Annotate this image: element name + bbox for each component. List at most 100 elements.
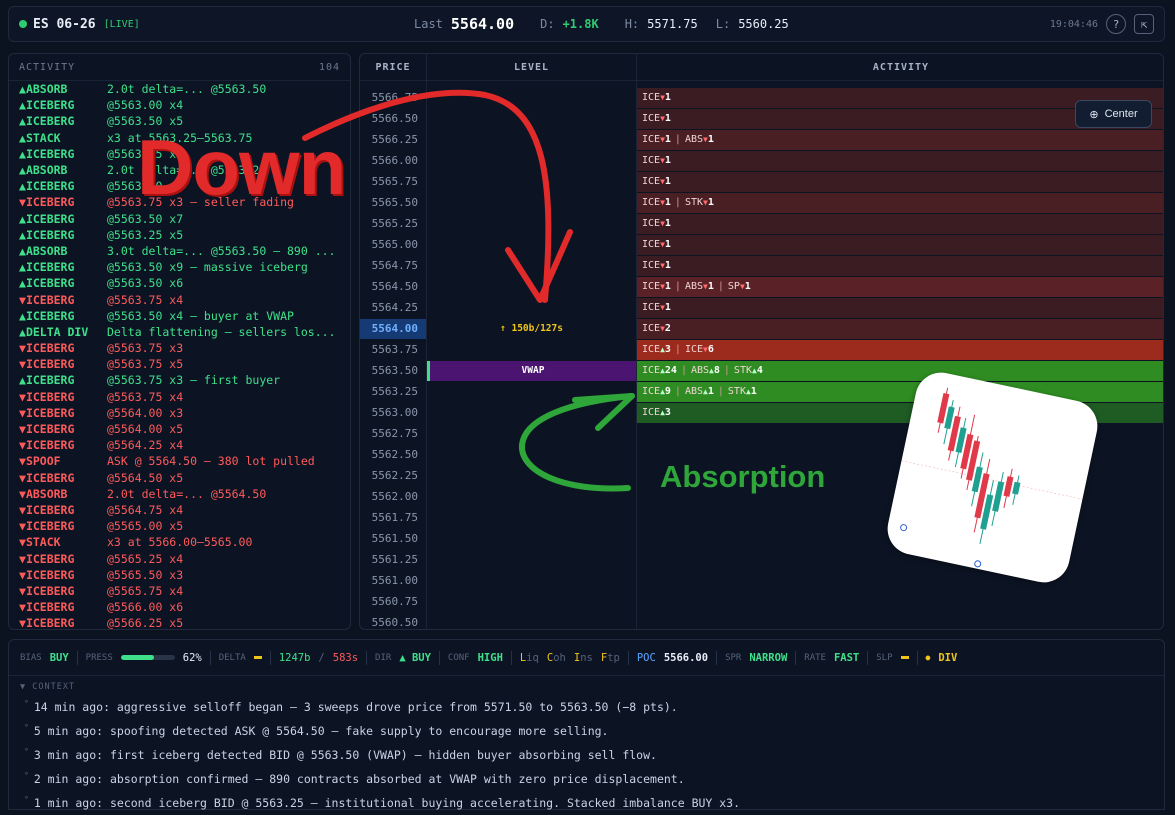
activity-row[interactable]: ▼ICEBERG @5565.25 x4 [9, 550, 350, 566]
ladder-row[interactable]: 5565.50 ICE▼1 | STK▼1 [360, 193, 1163, 213]
cell-count: 1 [664, 113, 671, 124]
activity-row[interactable]: ▼ABSORB 2.0t delta=... @5564.50 [9, 486, 350, 502]
activity-row[interactable]: ▲ABSORB 2.0t delta=... @5563.50 [9, 81, 350, 97]
ladder-price: 5561.25 [371, 553, 418, 566]
poc-value: 5566.00 [663, 651, 709, 664]
activity-text: x3 at 5566.00–5565.00 [107, 535, 253, 550]
activity-row[interactable]: ▲ICEBERG @5563.00 x4 [9, 97, 350, 113]
ins-flag: Ins [573, 651, 593, 664]
popout-icon[interactable]: ⇱ [1134, 14, 1154, 34]
cell-count: 9 [664, 386, 671, 397]
context-toggle[interactable]: ▼ CONTEXT [9, 679, 1164, 695]
arrow-down-icon: ▼ [19, 454, 26, 469]
activity-row[interactable]: ▼SPOOF ASK @ 5564.50 — 380 lot pulled [9, 453, 350, 469]
arrow-up-icon: ▲ [19, 163, 26, 178]
ladder-row[interactable]: 5566.25 ICE▼1 | ABS▼1 [360, 130, 1163, 150]
context-line: ° 1 min ago: second iceberg BID @ 5563.25… [9, 791, 1164, 815]
divider [627, 650, 629, 665]
arrow-down-icon: ▼ [19, 422, 26, 437]
activity-type-label: ABSORB [25, 82, 68, 97]
arrow-up-icon: ▲ [19, 243, 26, 258]
activity-row[interactable]: ▼ICEBERG @5563.75 x4 [9, 389, 350, 405]
ladder-row[interactable]: 5560.50 [360, 613, 1163, 629]
arrow-down-icon: ▼ [19, 405, 26, 420]
ladder-row[interactable]: 5563.75 ICE▲3 | ICE▼6 [360, 340, 1163, 360]
ladder-price: 5560.50 [371, 616, 418, 629]
ladder-row[interactable]: 5565.00 ICE▼1 [360, 235, 1163, 255]
activity-row[interactable]: ▼ICEBERG @5563.75 x4 [9, 291, 350, 307]
center-button[interactable]: ⊕ Center [1075, 100, 1152, 128]
activity-row[interactable]: ▼ICEBERG @5564.00 x3 [9, 405, 350, 421]
context-text: 2 min ago: absorption confirmed — 890 co… [33, 772, 685, 786]
col-price-header: PRICE [360, 54, 426, 81]
activity-text: @5564.75 x4 [107, 502, 184, 517]
activity-row[interactable]: ▼ICEBERG @5564.75 x4 [9, 502, 350, 518]
press-fill [120, 655, 155, 660]
activity-row[interactable]: ▲ICEBERG @5563.50 x6 [9, 275, 350, 291]
ladder-price: 5562.50 [371, 448, 418, 461]
ladder-price: 5564.25 [371, 301, 418, 314]
activity-text: @5566.25 x5 [107, 616, 184, 630]
activity-type-label: ICEBERG [25, 179, 75, 194]
help-icon[interactable]: ? [1106, 14, 1126, 34]
ladder-price: 5562.00 [371, 490, 418, 503]
candlestick-thumbnail [882, 367, 1103, 588]
activity-row[interactable]: ▲ICEBERG @5563.25 x5 [9, 227, 350, 243]
cell-count: 1 [664, 239, 671, 250]
activity-row[interactable]: ▼ICEBERG @5565.50 x3 [9, 567, 350, 583]
ftp-flag: Ftp [600, 651, 620, 664]
cell-tag: STK [684, 197, 704, 208]
ladder-activity-cell: ICE▼1 | ABS▼1 [637, 130, 1163, 150]
arrow-up-icon: ▲ [19, 227, 26, 242]
ladder-row[interactable]: 5565.25 ICE▼1 [360, 214, 1163, 234]
activity-row[interactable]: ▲ICEBERG @5563.50 x9 — massive iceberg [9, 259, 350, 275]
activity-text: @5563.75 x3 — first buyer [107, 373, 281, 388]
activity-type-label: ICEBERG [25, 260, 75, 275]
activity-row[interactable]: ▼ICEBERG @5563.75 x5 [9, 356, 350, 372]
arrow-up-icon: ▲ [19, 211, 26, 226]
activity-type: ▼ICEBERG [19, 552, 107, 566]
liq-flag: Liq [519, 651, 539, 664]
ladder-row[interactable]: 5566.50 ICE▼1 [360, 109, 1163, 129]
ladder-row[interactable]: 5564.75 ICE▼1 [360, 256, 1163, 276]
ladder-row[interactable]: 5564.25 ICE▼1 [360, 298, 1163, 318]
activity-row[interactable]: ▲ICEBERG @5563.50 x4 — buyer at VWAP [9, 308, 350, 324]
divider [867, 650, 869, 665]
activity-row[interactable]: ▼ICEBERG @5566.25 x5 [9, 615, 350, 630]
activity-row[interactable]: ▲DELTA DIV Delta flattening — sellers los… [9, 324, 350, 340]
divider [76, 650, 78, 665]
ladder-row[interactable]: 5564.00 ↑ 150b/127s ICE▼2 [360, 319, 1163, 339]
status-panel: BIAS BUY PRESS 62% DELTA 1247b / 583s DI… [8, 639, 1165, 810]
ladder-row[interactable]: 5560.75 [360, 592, 1163, 612]
ladder-row[interactable]: 5565.75 ICE▼1 [360, 172, 1163, 192]
ladder-price: 5563.00 [371, 406, 418, 419]
activity-type-label: DELTA DIV [25, 324, 89, 339]
ladder-row[interactable]: 5563.50 VWAP ICE▲24 | ABS▲8 | STK▲4 [360, 361, 1163, 381]
activity-row[interactable]: ▼ICEBERG @5564.50 x5 [9, 470, 350, 486]
activity-text: @5565.75 x4 [107, 583, 184, 598]
context-text: 3 min ago: first iceberg detected BID @ … [33, 748, 657, 762]
cell-count: 1 [664, 218, 671, 229]
activity-text: @5564.25 x4 [107, 438, 184, 453]
activity-type-label: ICEBERG [25, 341, 75, 356]
ladder-row[interactable]: 5564.50 ICE▼1 | ABS▼1 | SP▼1 [360, 277, 1163, 297]
ladder-price: 5560.75 [371, 595, 418, 608]
activity-row[interactable]: ▼ICEBERG @5565.75 x4 [9, 583, 350, 599]
activity-row[interactable]: ▼ICEBERG @5564.00 x5 [9, 421, 350, 437]
symbol-block[interactable]: ES 06-26 [LIVE] [19, 17, 140, 32]
ladder-row[interactable]: 5566.75 ICE▼1 [360, 88, 1163, 108]
cell-count: 1 [750, 386, 757, 397]
cell-count: 1 [707, 197, 714, 208]
activity-row[interactable]: ▼ICEBERG @5564.25 x4 [9, 437, 350, 453]
activity-type: ▼ICEBERG [19, 195, 107, 209]
cell-tag: ABS [684, 386, 704, 397]
ladder-price: 5565.00 [371, 238, 418, 251]
activity-row[interactable]: ▲ABSORB 3.0t delta=... @5563.50 — 890 ... [9, 243, 350, 259]
activity-row[interactable]: ▲ICEBERG @5563.75 x3 — first buyer [9, 372, 350, 388]
activity-row[interactable]: ▼STACK x3 at 5566.00–5565.00 [9, 534, 350, 550]
activity-row[interactable]: ▼ICEBERG @5563.75 x3 [9, 340, 350, 356]
activity-row[interactable]: ▼ICEBERG @5566.00 x6 [9, 599, 350, 615]
ladder-row[interactable]: 5566.00 ICE▼1 [360, 151, 1163, 171]
activity-row[interactable]: ▼ICEBERG @5565.00 x5 [9, 518, 350, 534]
cell-separator: | [723, 365, 730, 376]
